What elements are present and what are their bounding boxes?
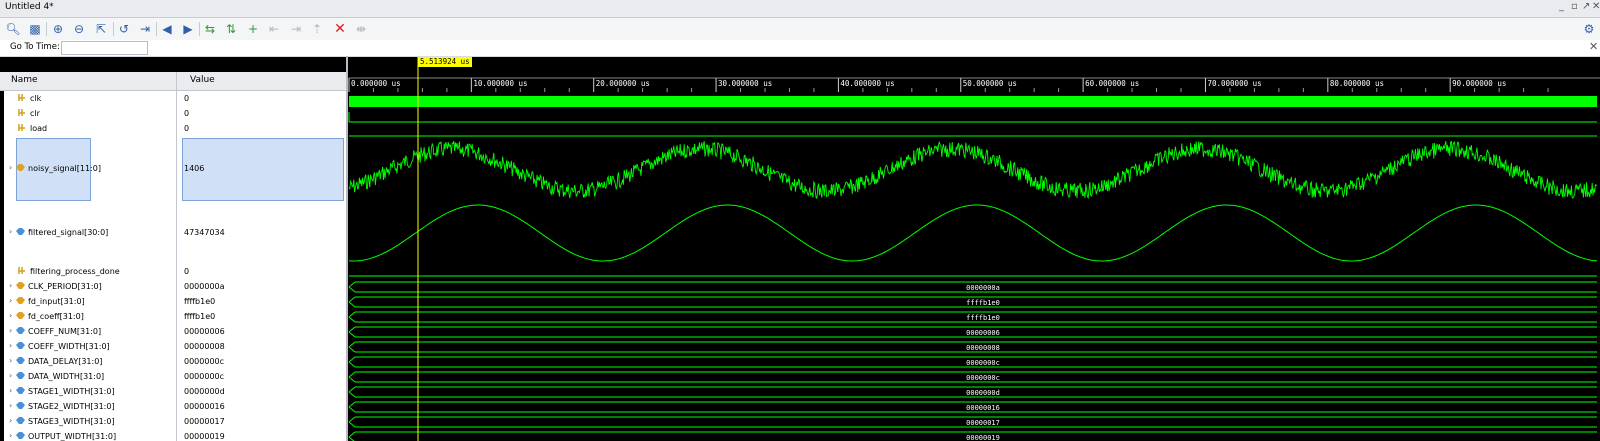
ruler-label: 60.000000 us — [1085, 79, 1139, 88]
cursor-time-label[interactable]: 5.513924 us — [418, 57, 472, 67]
ruler-label: 10.000000 us — [473, 79, 527, 88]
ruler-label: 20.000000 us — [596, 79, 650, 88]
bus-wave: ffffb1e0 — [348, 311, 1597, 323]
bus-wave: 00000017 — [348, 416, 1597, 428]
signal-traces: 0000000a ffffb1e0 ffffb1e0 00000006 00000008… — [348, 96, 1598, 441]
bus-wave: 00000008 — [348, 341, 1597, 353]
bus-value-label: 00000008 — [966, 344, 1000, 352]
bus-value-label: 0000000c — [966, 374, 1000, 382]
bus-wave: 00000019 — [348, 431, 1597, 441]
clk-wave — [349, 96, 1597, 107]
bus-wave: 0000000c — [348, 371, 1597, 383]
bus-value-label: 0000000c — [966, 359, 1000, 367]
filtered-signal-wave — [348, 204, 1598, 262]
bus-wave: 0000000d — [348, 386, 1597, 398]
bus-value-label: 00000006 — [966, 329, 1000, 337]
bus-value-label: 00000016 — [966, 404, 1000, 412]
bus-wave: 0000000a — [348, 281, 1597, 293]
ruler-label: 30.000000 us — [718, 79, 772, 88]
bus-wave: ffffb1e0 — [348, 296, 1597, 308]
ruler-label: 50.000000 us — [963, 79, 1017, 88]
bus-value-label: 0000000d — [966, 389, 1000, 397]
ruler-label: 40.000000 us — [840, 79, 894, 88]
time-ruler[interactable]: 0.000000 us 10.000000 us 20.000000 us 30.00… — [348, 78, 1549, 92]
bus-value-label: ffffb1e0 — [966, 299, 1000, 307]
ruler-label: 70.000000 us — [1207, 79, 1261, 88]
bus-value-label: 00000017 — [966, 419, 1000, 427]
noisy-signal-wave — [348, 140, 1598, 200]
bus-wave: 0000000c — [348, 356, 1597, 368]
bus-wave: 00000006 — [348, 326, 1597, 338]
ruler-label: 80.000000 us — [1330, 79, 1384, 88]
bus-value-label: ffffb1e0 — [966, 314, 1000, 322]
bus-value-label: 0000000a — [966, 284, 1000, 292]
ruler-label: 90.000000 us — [1452, 79, 1506, 88]
waveform-canvas[interactable]: 0.000000 us 10.000000 us 20.000000 us 30.00… — [0, 0, 1600, 441]
bus-wave: 00000016 — [348, 401, 1597, 413]
ruler-label: 0.000000 us — [351, 79, 401, 88]
waveform-window: Untitled 4* _ ▫ ↗ ✕ 🔍︎ ▩ ⊕ ⊖ ⇱ ↺ ⇥ ◀ ▶ ⇆… — [0, 0, 1600, 441]
bus-value-label: 00000019 — [966, 434, 1000, 441]
